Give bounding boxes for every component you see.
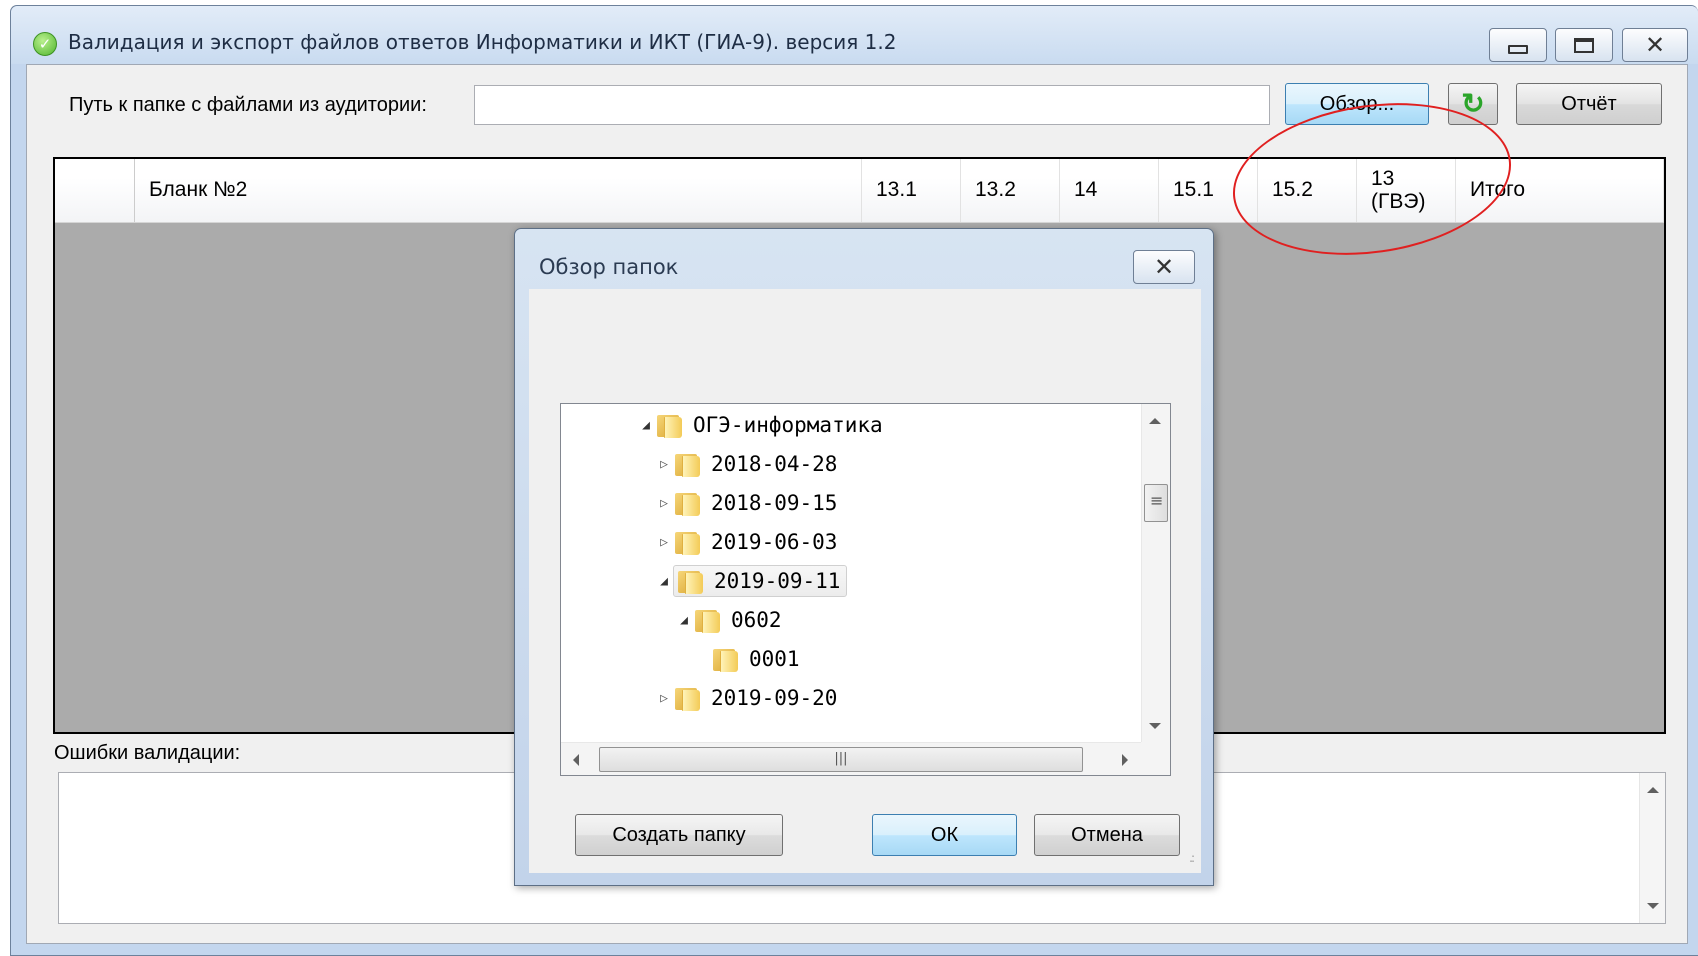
folder-icon	[673, 685, 701, 711]
grid-header: Бланк №2 13.1 13.2 14 15.1 15.2 13 (ГВЭ)…	[55, 159, 1664, 223]
scroll-right-icon[interactable]	[1122, 754, 1128, 766]
folder-icon	[673, 451, 701, 477]
scroll-up-icon[interactable]	[1149, 418, 1161, 424]
tree-item[interactable]: ▷ 2019-09-20	[655, 679, 837, 717]
path-label: Путь к папке с файлами из аудитории:	[69, 94, 427, 116]
row-header-corner	[55, 159, 135, 222]
column-header-15-2[interactable]: 15.2	[1258, 159, 1357, 222]
selected-node[interactable]: 2019-09-11	[673, 565, 848, 597]
minimize-icon	[1508, 44, 1528, 54]
tree-item-label: ОГЭ-информатика	[693, 413, 883, 437]
refresh-button[interactable]: ↻	[1448, 83, 1498, 125]
close-icon: ✕	[1153, 253, 1175, 281]
errors-label: Ошибки валидации:	[54, 742, 241, 764]
folder-tree[interactable]: ◢ ОГЭ-информатика ▷ 2018-04-28 ▷ 2018-09…	[560, 403, 1171, 776]
expanded-arrow-icon[interactable]: ◢	[637, 418, 655, 433]
folder-icon	[673, 529, 701, 555]
errors-scrollbar[interactable]	[1639, 773, 1665, 923]
cancel-button[interactable]: Отмена	[1034, 814, 1180, 856]
expanded-arrow-icon[interactable]: ◢	[675, 613, 693, 628]
new-folder-button[interactable]: Создать папку	[575, 814, 783, 856]
scroll-down-icon[interactable]	[1647, 903, 1659, 909]
scrollbar-corner	[1141, 742, 1170, 775]
tree-horizontal-scrollbar[interactable]: |||	[561, 742, 1142, 775]
close-button[interactable]: ✕	[1622, 28, 1688, 62]
tree-item-label: 2019-09-20	[711, 686, 838, 710]
tree-item[interactable]: 0001	[693, 640, 800, 678]
collapsed-arrow-icon[interactable]: ▷	[655, 691, 673, 706]
browse-button[interactable]: Обзор...	[1285, 83, 1429, 125]
collapsed-arrow-icon[interactable]: ▷	[655, 535, 673, 550]
tree-item[interactable]: ◢ ОГЭ-информатика	[637, 406, 883, 444]
tree-item[interactable]: ▷ 2018-09-15	[655, 484, 837, 522]
scroll-left-icon[interactable]	[573, 754, 579, 766]
path-input[interactable]	[474, 85, 1270, 125]
column-header-15-1[interactable]: 15.1	[1159, 159, 1258, 222]
column-header-blank2[interactable]: Бланк №2	[135, 159, 862, 222]
ok-button[interactable]: ОК	[872, 814, 1017, 856]
folder-icon	[711, 646, 739, 672]
column-header-13-gve[interactable]: 13 (ГВЭ)	[1357, 159, 1456, 222]
collapsed-arrow-icon[interactable]: ▷	[655, 496, 673, 511]
tree-item[interactable]: ▷ 2019-06-03	[655, 523, 837, 561]
column-header-13-2[interactable]: 13.2	[961, 159, 1060, 222]
horizontal-scroll-thumb[interactable]: |||	[599, 747, 1083, 772]
folder-icon	[693, 607, 721, 633]
folder-icon	[676, 568, 704, 594]
column-header-14[interactable]: 14	[1060, 159, 1159, 222]
tree-item-label: 2018-09-15	[711, 491, 838, 515]
dialog-body: ◢ ОГЭ-информатика ▷ 2018-04-28 ▷ 2018-09…	[529, 289, 1201, 873]
tree-item-label: 2019-09-11	[714, 569, 841, 593]
collapsed-arrow-icon[interactable]: ▷	[655, 457, 673, 472]
refresh-icon: ↻	[1461, 88, 1485, 119]
maximize-button[interactable]	[1555, 28, 1613, 62]
scroll-thumb[interactable]	[1144, 484, 1168, 522]
report-button[interactable]: Отчёт	[1516, 83, 1662, 125]
app-check-icon: ✓	[33, 32, 57, 56]
dialog-title: Обзор папок	[539, 255, 679, 279]
maximize-icon	[1574, 37, 1594, 53]
dialog-close-button[interactable]: ✕	[1133, 250, 1195, 284]
browse-folder-dialog: Обзор папок ✕ ◢ ОГЭ-информатика ▷ 2018-0…	[514, 228, 1214, 886]
folder-icon	[655, 412, 683, 438]
tree-item-label: 0001	[749, 647, 800, 671]
tree-item[interactable]: ▷ 2018-04-28	[655, 445, 837, 483]
tree-item-label: 2019-06-03	[711, 530, 838, 554]
column-header-13-1[interactable]: 13.1	[862, 159, 961, 222]
scroll-up-icon[interactable]	[1647, 787, 1659, 793]
tree-item-label: 2018-04-28	[711, 452, 838, 476]
scroll-down-icon[interactable]	[1149, 723, 1161, 729]
window-title: Валидация и экспорт файлов ответов Инфор…	[68, 30, 897, 54]
close-icon: ✕	[1644, 31, 1666, 59]
tree-vertical-scrollbar[interactable]	[1141, 404, 1170, 743]
expanded-arrow-icon[interactable]: ◢	[655, 574, 673, 589]
folder-icon	[673, 490, 701, 516]
tree-item[interactable]: ◢ 0602	[675, 601, 782, 639]
tree-item-selected[interactable]: ◢ 2019-09-11	[655, 562, 848, 600]
tree-item-label: 0602	[731, 608, 782, 632]
column-header-total[interactable]: Итого	[1456, 159, 1664, 222]
title-bar[interactable]: ✓ Валидация и экспорт файлов ответов Инф…	[11, 6, 1698, 64]
resize-grip-icon[interactable]: .:	[1189, 851, 1195, 865]
minimize-button[interactable]	[1489, 28, 1547, 62]
